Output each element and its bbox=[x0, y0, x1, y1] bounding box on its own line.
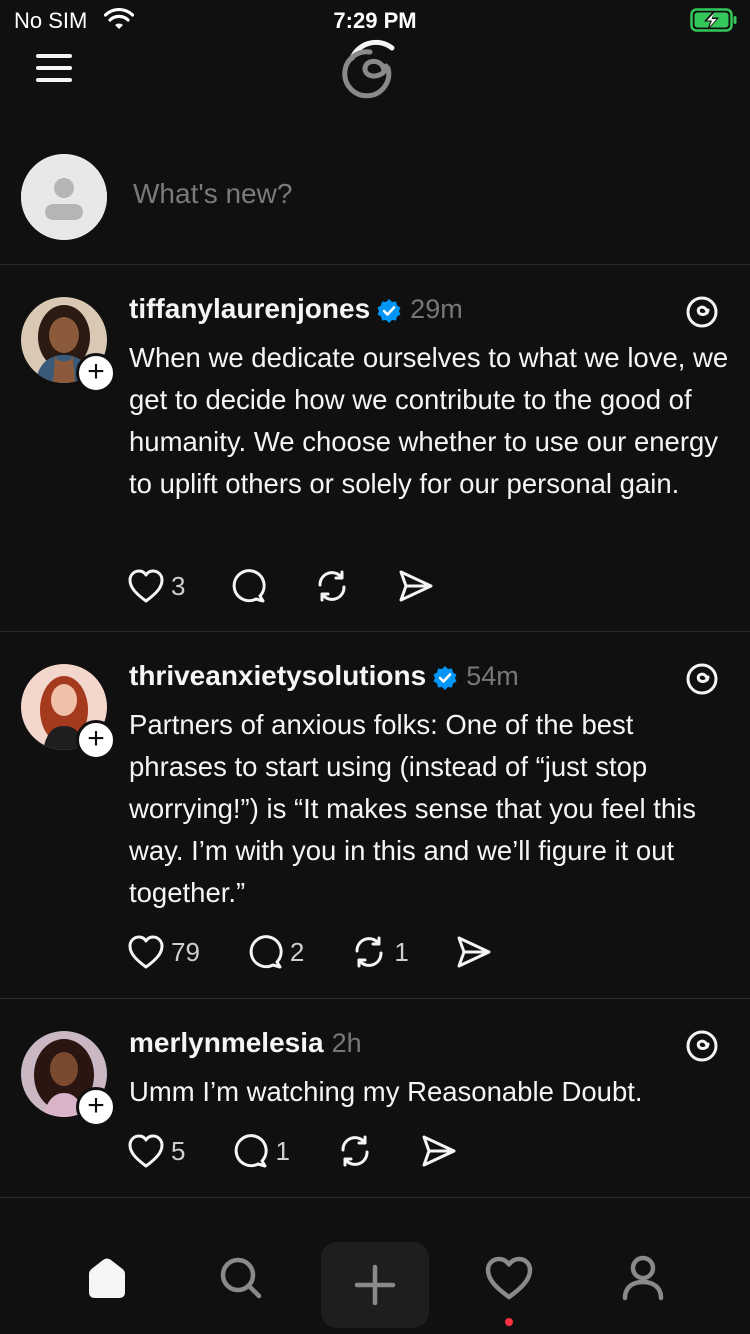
tab-home[interactable] bbox=[77, 1248, 137, 1308]
share-button[interactable] bbox=[397, 567, 435, 605]
reply-button[interactable] bbox=[229, 567, 267, 605]
heart-icon bbox=[485, 1256, 533, 1300]
heart-icon bbox=[128, 935, 164, 969]
like-count: 3 bbox=[171, 570, 186, 601]
default-avatar-icon bbox=[21, 154, 107, 240]
battery-charging-icon bbox=[690, 8, 737, 32]
share-button[interactable] bbox=[420, 1132, 458, 1170]
like-button[interactable]: 3 bbox=[127, 568, 185, 604]
post-timestamp: 54m bbox=[466, 661, 519, 691]
follow-button[interactable]: + bbox=[76, 720, 116, 760]
post-actions: 79 2 1 bbox=[127, 932, 493, 972]
post-timestamp: 29m bbox=[410, 294, 463, 324]
heart-icon bbox=[128, 569, 164, 603]
post: + thriveanxietysolutions 54m Partners of… bbox=[0, 632, 750, 999]
heart-icon bbox=[128, 1134, 164, 1168]
post-text: When we dedicate ourselves to what we lo… bbox=[129, 342, 729, 499]
search-icon bbox=[220, 1257, 262, 1299]
tab-activity[interactable] bbox=[479, 1248, 539, 1308]
repost-icon bbox=[318, 570, 346, 602]
repost-button[interactable] bbox=[313, 567, 351, 605]
repost-icon bbox=[355, 936, 383, 968]
follow-button[interactable]: + bbox=[76, 353, 116, 393]
menu-icon[interactable] bbox=[36, 52, 76, 84]
post: + merlynmelesia 2h Umm I’m watching my R… bbox=[0, 999, 750, 1198]
reply-count: 1 bbox=[275, 1135, 290, 1166]
post-actions: 5 1 bbox=[127, 1131, 458, 1171]
threads-logo-icon[interactable] bbox=[340, 36, 410, 106]
verified-badge-icon bbox=[433, 666, 457, 690]
plus-icon bbox=[354, 1264, 396, 1306]
send-icon bbox=[399, 570, 433, 602]
post-text: Umm I’m watching my Reasonable Doubt. bbox=[129, 1076, 643, 1107]
post-text: Partners of anxious folks: One of the be… bbox=[129, 709, 697, 908]
home-icon bbox=[89, 1258, 125, 1298]
tab-search[interactable] bbox=[211, 1248, 271, 1308]
reply-button[interactable]: 2 bbox=[246, 933, 304, 971]
verified-badge-icon bbox=[377, 299, 401, 323]
repost-button[interactable] bbox=[336, 1132, 374, 1170]
like-button[interactable]: 79 bbox=[127, 934, 200, 970]
post-header: tiffanylaurenjones 29m bbox=[129, 293, 463, 329]
send-icon bbox=[422, 1135, 456, 1167]
like-count: 79 bbox=[171, 936, 200, 967]
composer-input[interactable]: What's new? bbox=[133, 178, 292, 210]
post-actions: 3 bbox=[127, 566, 435, 606]
tab-create[interactable] bbox=[321, 1242, 429, 1328]
reply-button[interactable]: 1 bbox=[231, 1132, 290, 1170]
post: + tiffanylaurenjones 29m When we dedicat… bbox=[0, 265, 750, 632]
composer: What's new? bbox=[0, 140, 750, 265]
tab-bar bbox=[0, 1234, 750, 1334]
tab-profile[interactable] bbox=[613, 1248, 673, 1308]
like-count: 5 bbox=[171, 1135, 186, 1166]
composer-avatar[interactable] bbox=[21, 154, 107, 240]
repost-icon bbox=[341, 1135, 369, 1167]
post-header: thriveanxietysolutions 54m bbox=[129, 660, 519, 696]
comment-icon bbox=[249, 935, 283, 969]
username[interactable]: thriveanxietysolutions bbox=[129, 660, 426, 692]
username[interactable]: tiffanylaurenjones bbox=[129, 293, 370, 325]
share-button[interactable] bbox=[455, 933, 493, 971]
username[interactable]: merlynmelesia bbox=[129, 1027, 324, 1059]
repost-button[interactable]: 1 bbox=[350, 933, 409, 971]
follow-button[interactable]: + bbox=[76, 1087, 116, 1127]
post-timestamp: 2h bbox=[331, 1028, 362, 1058]
person-icon bbox=[622, 1255, 664, 1301]
send-icon bbox=[457, 936, 491, 968]
threads-icon[interactable] bbox=[685, 1029, 719, 1063]
notification-dot bbox=[505, 1318, 513, 1326]
threads-icon[interactable] bbox=[685, 662, 719, 696]
comment-icon bbox=[233, 569, 267, 603]
post-header: merlynmelesia 2h bbox=[129, 1027, 362, 1063]
comment-icon bbox=[235, 1134, 269, 1168]
status-time: 7:29 PM bbox=[333, 8, 417, 33]
repost-count: 1 bbox=[394, 936, 409, 967]
reply-count: 2 bbox=[289, 936, 305, 967]
threads-icon[interactable] bbox=[685, 295, 719, 329]
like-button[interactable]: 5 bbox=[127, 1133, 185, 1169]
